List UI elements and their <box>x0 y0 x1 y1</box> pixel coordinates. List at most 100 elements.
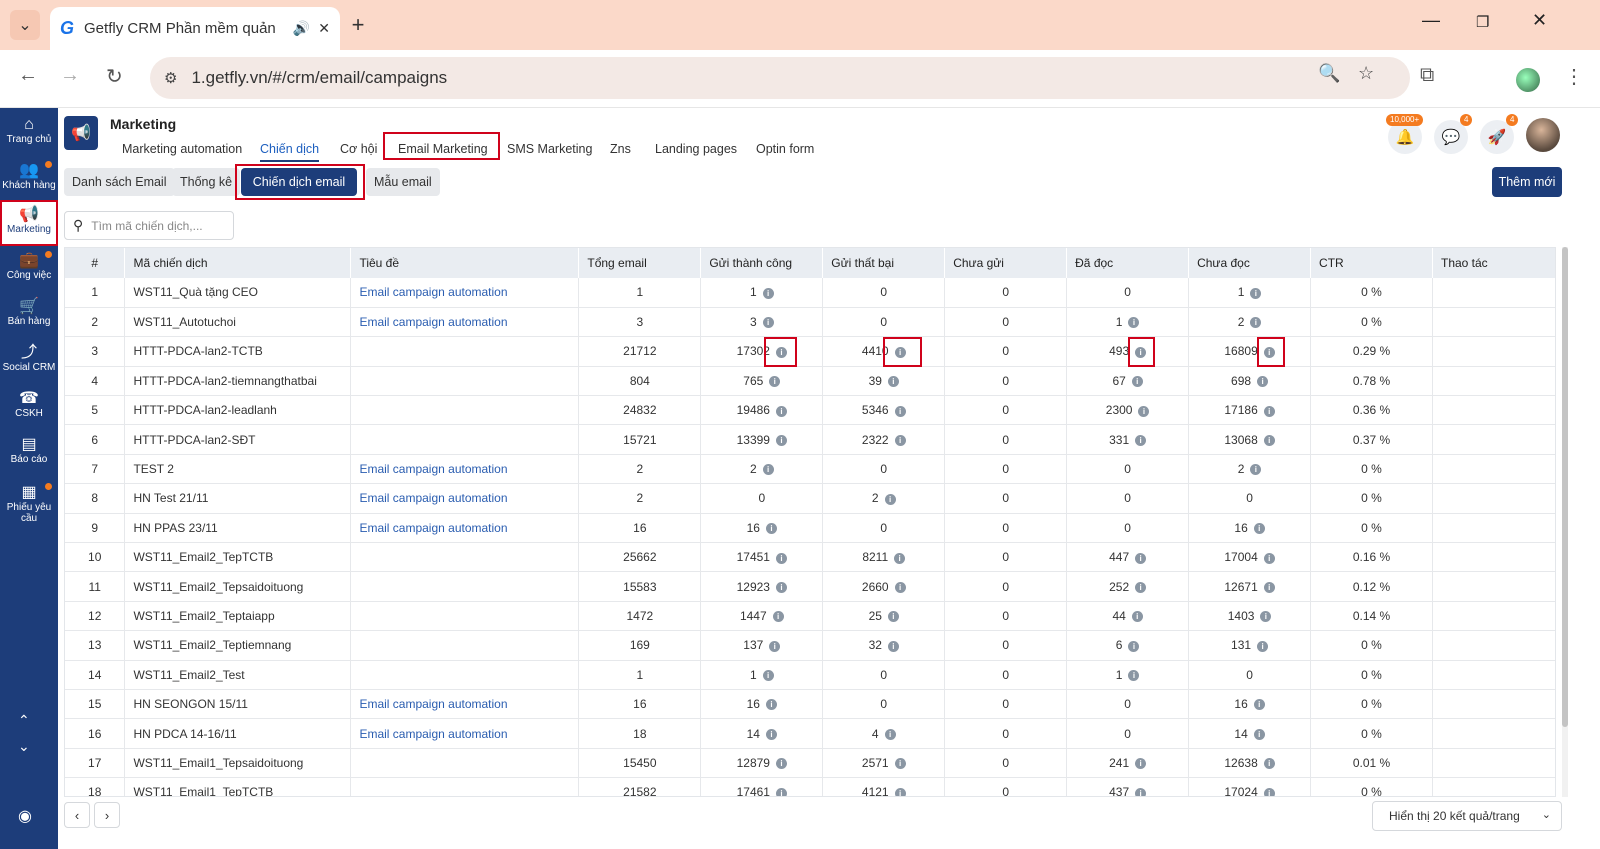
subnav-button-1[interactable]: Thống kê <box>172 168 241 196</box>
cell-2[interactable]: Email campaign automation <box>359 727 507 741</box>
info-icon[interactable]: i <box>894 581 906 593</box>
info-icon[interactable]: i <box>769 376 781 388</box>
info-icon[interactable]: i <box>765 523 777 535</box>
info-icon[interactable]: i <box>894 552 906 564</box>
info-icon[interactable]: i <box>894 434 906 446</box>
cell-2[interactable]: Email campaign automation <box>359 315 507 329</box>
reload-icon[interactable]: ↻ <box>106 64 123 89</box>
column-header[interactable]: Tiêu đề <box>350 248 580 278</box>
table-row[interactable]: 2 WST11_Autotuchoi Email campaign automati… <box>65 307 1555 338</box>
info-icon[interactable]: i <box>1131 611 1143 623</box>
table-row[interactable]: 11 WST11_Email2_Tepsaidoituong 15583 12923 i… <box>65 571 1555 602</box>
table-row[interactable]: 16 HN PDCA 14-16/11 Email campaign automat… <box>65 718 1555 749</box>
info-icon[interactable]: i <box>772 611 784 623</box>
info-icon[interactable]: i <box>775 405 787 417</box>
forward-icon[interactable]: → <box>60 64 80 87</box>
table-row[interactable]: 8 HN Test 21/11 Email campaign automation 2… <box>65 483 1555 514</box>
table-row[interactable]: 3 HTTT-PDCA-lan2-TCTB 21712 17302 i 4410 i 0 493… <box>65 336 1555 367</box>
scroll-down-icon[interactable]: ⌄ <box>18 738 30 755</box>
info-icon[interactable]: i <box>1263 787 1275 796</box>
info-icon[interactable]: i <box>1257 376 1269 388</box>
column-header[interactable]: Thao tác <box>1432 248 1555 278</box>
browser-tab[interactable]: G Getfly CRM Phần mềm quản 🔊 ✕ <box>50 7 340 50</box>
nav-tab-5[interactable]: Zns <box>610 136 631 162</box>
table-row[interactable]: 1 WST11_Quà tặng CEO Email campaign automa… <box>65 278 1555 308</box>
sidebar-item-customers[interactable]: 👥 Khách hàng <box>0 158 58 204</box>
prev-page-button[interactable]: ‹ <box>64 802 90 828</box>
info-icon[interactable]: i <box>1250 317 1262 329</box>
info-icon[interactable]: i <box>1135 758 1147 770</box>
info-icon[interactable]: i <box>1135 581 1147 593</box>
back-icon[interactable]: ← <box>18 64 38 87</box>
sidebar-item-marketing[interactable]: 📢 Marketing <box>0 200 58 246</box>
cell-2[interactable]: Email campaign automation <box>359 697 507 711</box>
nav-tab-0[interactable]: Marketing automation <box>122 136 242 162</box>
support-icon[interactable]: ◉ <box>18 806 32 826</box>
column-header[interactable]: Mã chiến dịch <box>124 248 352 278</box>
info-icon[interactable]: i <box>1263 758 1275 770</box>
info-icon[interactable]: i <box>765 699 777 711</box>
table-row[interactable]: 12 WST11_Email2_Teptaiapp 1472 1447 i 25 i 0 44 i… <box>65 601 1555 632</box>
extensions-icon[interactable]: ⧉ <box>1420 64 1434 87</box>
info-icon[interactable]: i <box>894 758 906 770</box>
info-icon[interactable]: i <box>775 434 787 446</box>
column-header[interactable]: Tổng email <box>578 248 702 278</box>
window-close-icon[interactable]: ✕ <box>1532 10 1547 31</box>
info-icon[interactable]: i <box>775 787 787 796</box>
per-page-select[interactable]: Hiển thị 20 kết quả/trang ⌄ <box>1372 801 1562 831</box>
info-icon[interactable]: i <box>775 552 787 564</box>
info-icon[interactable]: i <box>762 464 774 476</box>
table-row[interactable]: 4 HTTT-PDCA-lan2-tiemnangthatbai 804 765 i 39… <box>65 366 1555 397</box>
column-header[interactable]: Đã đọc <box>1066 248 1190 278</box>
table-row[interactable]: 5 HTTT-PDCA-lan2-leadlanh 24832 19486 i 5346 i… <box>65 395 1555 426</box>
table-row[interactable]: 18 WST11_Email1_TepTCTB 21582 17461 i 4121 i 0 4… <box>65 777 1555 796</box>
minimize-icon[interactable]: — <box>1422 10 1440 31</box>
column-header[interactable]: # <box>65 248 126 278</box>
nav-tab-4[interactable]: SMS Marketing <box>507 136 592 162</box>
table-row[interactable]: 10 WST11_Email2_TepTCTB 25662 17451 i 8211 i 0 4… <box>65 542 1555 573</box>
info-icon[interactable]: i <box>1253 523 1265 535</box>
info-icon[interactable]: i <box>884 493 896 505</box>
sidebar-item-home[interactable]: ⌂ Trang chủ <box>0 112 58 158</box>
table-scrollbar-thumb[interactable] <box>1562 247 1568 727</box>
cell-2[interactable]: Email campaign automation <box>359 462 507 476</box>
column-header[interactable]: Chưa đọc <box>1188 248 1312 278</box>
info-icon[interactable]: i <box>1253 699 1265 711</box>
address-bar[interactable]: ⚙ 1.getfly.vn/#/crm/email/campaigns 🔍 ☆ <box>150 57 1410 99</box>
info-icon[interactable]: i <box>1250 287 1262 299</box>
info-icon[interactable]: i <box>1128 640 1140 652</box>
info-icon[interactable]: i <box>1263 405 1275 417</box>
speaker-icon[interactable]: 🔊 <box>293 20 310 37</box>
browser-menu-icon[interactable]: ⋮ <box>1564 64 1584 89</box>
bookmark-star-icon[interactable]: ☆ <box>1358 63 1374 84</box>
info-icon[interactable]: i <box>762 670 774 682</box>
user-avatar[interactable] <box>1526 118 1560 152</box>
info-icon[interactable]: i <box>1131 376 1143 388</box>
table-row[interactable]: 13 WST11_Email2_Teptiemnang 169 137 i 32 i 0 6 i 1… <box>65 630 1555 661</box>
site-info-icon[interactable]: ⚙ <box>164 69 177 87</box>
table-row[interactable]: 14 WST11_Email2_Test 1 1 i 0 0 1 i 0 0 % <box>65 660 1555 690</box>
new-tab-button[interactable]: + <box>343 10 373 40</box>
info-icon[interactable]: i <box>1128 670 1140 682</box>
browser-profile-avatar[interactable] <box>1516 68 1540 92</box>
column-header[interactable]: Gửi thất bại <box>822 248 946 278</box>
table-row[interactable]: 9 HN PPAS 23/11 Email campaign automation 1… <box>65 513 1555 544</box>
scroll-up-icon[interactable]: ⌃ <box>18 712 30 729</box>
nav-tab-7[interactable]: Optin form <box>756 136 814 162</box>
sidebar-item-reports[interactable]: ▤ Báo cáo <box>0 432 58 478</box>
info-icon[interactable]: i <box>1257 640 1269 652</box>
info-icon[interactable]: i <box>884 728 896 740</box>
info-icon[interactable]: i <box>894 405 906 417</box>
tab-close-icon[interactable]: ✕ <box>318 20 330 37</box>
info-icon[interactable]: i <box>887 611 899 623</box>
info-icon[interactable]: i <box>1135 434 1147 446</box>
sidebar-item-cskh[interactable]: ☎ CSKH <box>0 386 58 432</box>
info-icon[interactable]: i <box>894 787 906 796</box>
info-icon[interactable]: i <box>762 317 774 329</box>
sidebar-item-tasks[interactable]: 💼 Công việc <box>0 248 58 294</box>
cell-2[interactable]: Email campaign automation <box>359 491 507 505</box>
add-new-button[interactable]: Thêm mới <box>1492 167 1562 197</box>
nav-tab-1[interactable]: Chiến dịch <box>260 136 320 162</box>
info-icon[interactable]: i <box>1253 728 1265 740</box>
sidebar-item-requests[interactable]: ▦ Phiếu yêu cầu <box>0 480 58 526</box>
